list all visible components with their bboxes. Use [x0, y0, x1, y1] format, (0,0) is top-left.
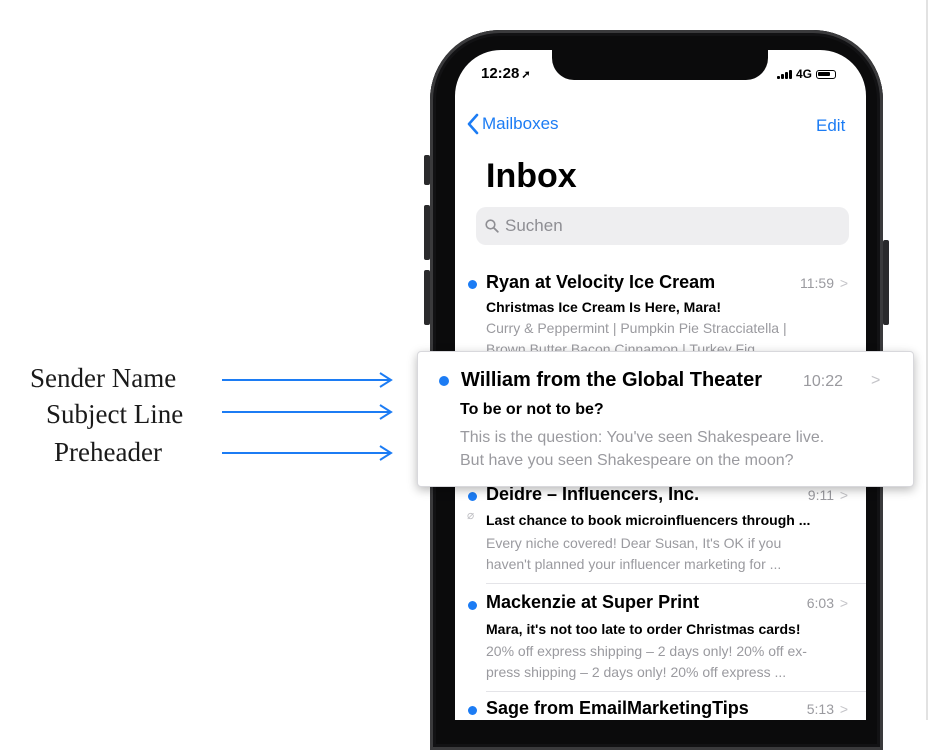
preheader-arrow-icon — [222, 445, 393, 461]
email-subject: Last chance to book microinfluencers thr… — [486, 512, 811, 528]
email-subject: Mara, it's not too late to order Christm… — [486, 621, 801, 637]
email-time: 5:13 — [806, 701, 834, 717]
preheader-line: Curry & Peppermint | Pumpkin Pie Stracci… — [486, 320, 787, 336]
signal-icon — [777, 69, 792, 79]
status-indicators: 4G — [777, 67, 837, 81]
email-sender: Ryan at Velocity Ice Cream — [486, 272, 716, 292]
location-icon: ➚ — [521, 69, 531, 81]
status-time-text: 12:28 — [481, 65, 520, 82]
chevron-right-icon: > — [839, 595, 848, 611]
chevron-right-icon: > — [839, 487, 848, 503]
battery-icon — [816, 69, 837, 79]
chevron-right-icon: > — [839, 701, 848, 717]
email-sender: William from the Global Theater — [461, 369, 762, 391]
email-sender: Sage from EmailMarketingTips — [486, 698, 749, 718]
back-to-mailboxes-button[interactable]: Mailboxes — [467, 113, 559, 135]
preheader-line: haven't planned your influencer marketin… — [486, 556, 782, 572]
unread-dot — [468, 280, 477, 289]
page-title: Inbox — [486, 157, 577, 195]
email-preheader: This is the question: You've seen Shakes… — [460, 426, 900, 472]
row-divider — [486, 583, 866, 584]
status-time: 12:28 ➚ — [481, 65, 531, 82]
email-time: 9:11 — [807, 487, 834, 503]
label-sender-name: Sender Name — [30, 363, 177, 393]
preheader-line: Every niche covered! Dear Susan, It's OK… — [486, 535, 782, 551]
search-placeholder: Suchen — [505, 216, 563, 235]
chevron-right-icon: > — [839, 275, 848, 291]
chevron-right-icon: > — [871, 372, 881, 389]
row-divider — [486, 691, 866, 692]
label-preheader: Preheader — [54, 437, 162, 467]
preheader-line: press shipping – 2 days only! 20% off ex… — [486, 664, 787, 680]
email-row[interactable]: Ryan at Velocity Ice Cream 11:59 > Chris… — [455, 262, 866, 357]
notch — [552, 50, 768, 80]
unread-dot — [468, 706, 477, 715]
volume-down-button — [424, 270, 430, 325]
power-button — [883, 240, 889, 325]
unread-dot — [439, 376, 449, 386]
chevron-left-icon — [467, 113, 479, 135]
mute-switch — [424, 155, 430, 185]
paperclip-icon: ⌀ — [467, 508, 475, 522]
email-time: 10:22 — [803, 373, 844, 390]
email-row[interactable]: Mackenzie at Super Print 6:03 > Mara, it… — [455, 590, 866, 690]
email-time: 6:03 — [806, 595, 834, 611]
preheader-line: 20% off express shipping – 2 days only! … — [486, 643, 807, 659]
unread-dot — [468, 601, 477, 610]
email-preheader: Every niche covered! Dear Susan, It's OK… — [486, 533, 846, 575]
email-sender: Mackenzie at Super Print — [486, 592, 700, 612]
email-row[interactable]: Sage from EmailMarketingTips 5:13 > — [455, 698, 866, 720]
email-preheader: 20% off express shipping – 2 days only! … — [486, 641, 846, 683]
email-time: 11:59 — [800, 275, 834, 291]
preheader-line: This is the question: You've seen Shakes… — [460, 429, 825, 446]
unread-dot — [468, 492, 477, 501]
email-subject: Christmas Ice Cream Is Here, Mara! — [486, 299, 721, 315]
page-edge-divider — [926, 0, 928, 720]
search-field[interactable]: Suchen — [476, 207, 849, 245]
email-row[interactable]: ⌀ Deidre – Influencers, Inc. 9:11 > Last… — [455, 480, 866, 580]
edit-button[interactable]: Edit — [816, 116, 845, 136]
highlighted-email-card[interactable]: William from the Global Theater 10:22 > … — [417, 351, 914, 487]
network-label: 4G — [796, 67, 813, 81]
back-label: Mailboxes — [482, 114, 559, 133]
search-icon — [485, 219, 499, 233]
email-sender: Deidre – Influencers, Inc. — [486, 484, 700, 504]
label-subject-line: Subject Line — [46, 399, 184, 429]
subject-arrow-icon — [222, 404, 393, 420]
preheader-line: But have you seen Shakespeare on the moo… — [460, 452, 794, 469]
email-subject: To be or not to be? — [460, 401, 604, 418]
sender-arrow-icon — [222, 372, 393, 388]
volume-up-button — [424, 205, 430, 260]
